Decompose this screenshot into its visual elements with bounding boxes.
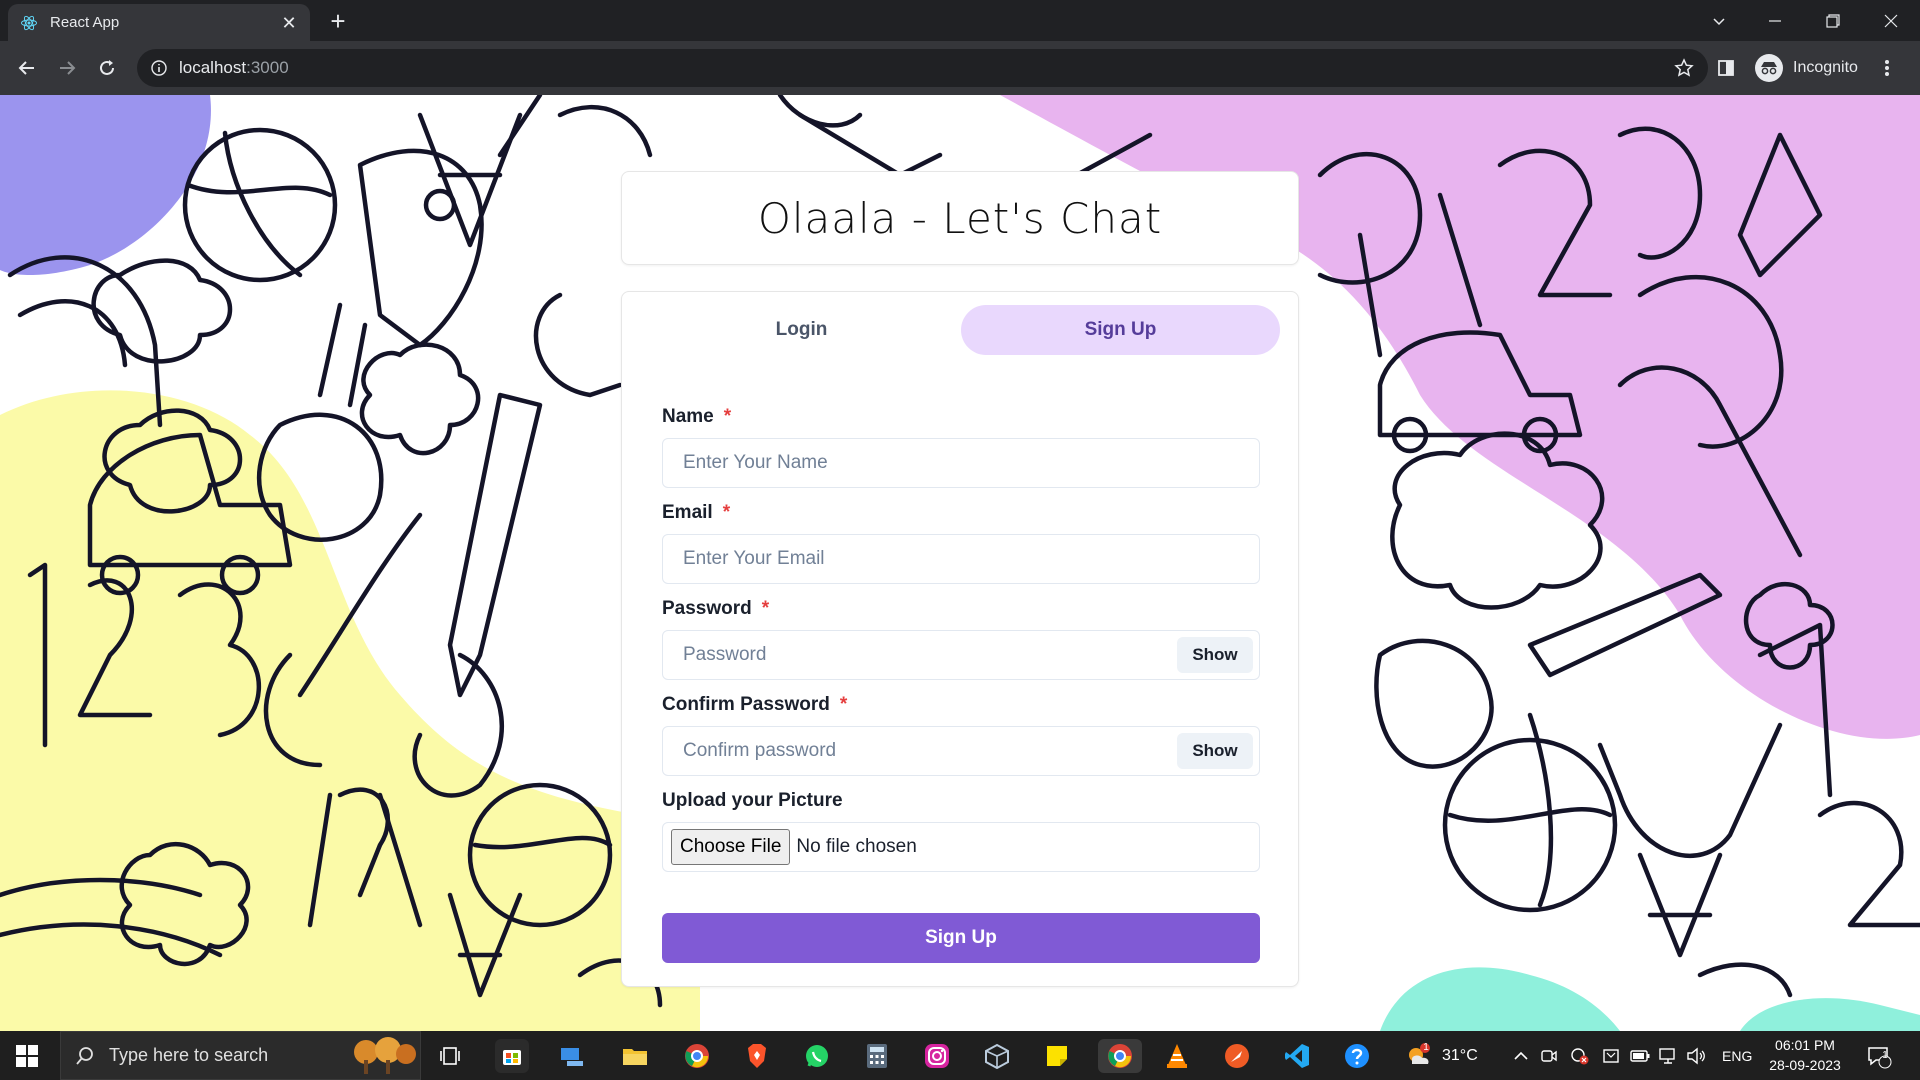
network-icon[interactable] [1658, 1031, 1678, 1080]
minimize-icon[interactable] [1746, 0, 1804, 41]
url-port: :3000 [246, 58, 289, 77]
browser-toolbar: localhost:3000 Incognito [0, 41, 1920, 95]
windows-taskbar: Type here to search 1 31°C ENG 06:01 PM … [0, 1031, 1920, 1080]
app-title-card: Olaala - Let's Chat [621, 171, 1299, 265]
weather-temperature: 31°C [1442, 1046, 1478, 1064]
sticky-notes-icon[interactable] [1040, 1039, 1074, 1073]
notification-center-icon[interactable]: 1 [1866, 1031, 1892, 1080]
confirm-password-label: Confirm Password * [662, 694, 848, 715]
postman-icon[interactable] [1220, 1039, 1254, 1073]
page-title: Olaala - Let's Chat [757, 193, 1163, 243]
app-status-icon[interactable] [1570, 1031, 1590, 1080]
vlc-icon[interactable] [1160, 1039, 1194, 1073]
calculator-icon[interactable] [860, 1039, 894, 1073]
url-host: localhost [179, 58, 247, 77]
tab-title: React App [50, 14, 120, 31]
password-placeholder: Password [683, 644, 767, 665]
incognito-label: Incognito [1793, 59, 1858, 76]
browser-tab-strip: React App ✕ + [0, 0, 1920, 41]
search-highlight-illustration-icon [354, 1036, 416, 1074]
show-hidden-icons-icon[interactable] [1513, 1031, 1529, 1080]
confirm-password-placeholder: Confirm password [683, 740, 837, 761]
side-panel-icon[interactable] [1716, 53, 1736, 83]
search-placeholder: Type here to search [109, 1045, 269, 1065]
confirm-password-input[interactable]: Confirm password Show [662, 726, 1260, 776]
choose-file-button[interactable]: Choose File [671, 829, 791, 865]
instagram-icon[interactable] [920, 1039, 954, 1073]
password-label: Password * [662, 598, 770, 619]
clock-date: 28-09-2023 [1769, 1057, 1841, 1073]
screen-capture-icon[interactable] [1602, 1031, 1620, 1080]
chrome-icon[interactable] [680, 1039, 714, 1073]
search-icon [76, 1046, 93, 1065]
required-marker: * [839, 694, 848, 715]
name-label: Name * [662, 406, 732, 427]
battery-icon[interactable] [1630, 1031, 1650, 1080]
microsoft-store-icon[interactable] [495, 1039, 529, 1073]
auth-tabs: Login Sign Up [642, 305, 1280, 355]
vscode-icon[interactable] [1280, 1039, 1314, 1073]
notification-count: 1 [1882, 1050, 1888, 1061]
password-input[interactable]: Password Show [662, 630, 1260, 680]
more-menu-icon[interactable] [1884, 53, 1890, 83]
taskbar-search-input[interactable]: Type here to search [60, 1031, 421, 1080]
incognito-icon [1755, 54, 1783, 82]
page-viewport: Olaala - Let's Chat Login Sign Up Name * … [0, 95, 1920, 1031]
language-indicator[interactable]: ENG [1722, 1031, 1752, 1080]
whatsapp-icon[interactable] [800, 1039, 834, 1073]
tab-signup[interactable]: Sign Up [961, 305, 1280, 355]
file-explorer-icon[interactable] [618, 1039, 652, 1073]
picture-label: Upload your Picture [662, 790, 843, 811]
task-view-icon[interactable] [433, 1039, 467, 1073]
meet-now-icon[interactable] [1540, 1031, 1558, 1080]
address-bar[interactable]: localhost:3000 [137, 49, 1708, 87]
brave-icon[interactable] [740, 1039, 774, 1073]
email-input[interactable]: Enter Your Email [662, 534, 1260, 584]
forward-icon[interactable] [52, 53, 82, 83]
clock-time: 06:01 PM [1775, 1037, 1835, 1053]
email-label: Email * [662, 502, 731, 523]
browser-tab[interactable]: React App ✕ [8, 4, 310, 41]
show-password-button[interactable]: Show [1177, 637, 1253, 673]
required-marker: * [722, 502, 731, 523]
tab-search-icon[interactable] [1690, 0, 1748, 41]
weather-badge: 1 [1423, 1042, 1429, 1053]
name-input[interactable]: Enter Your Name [662, 438, 1260, 488]
picture-file-input[interactable]: Choose File No file chosen [662, 822, 1260, 872]
incognito-profile[interactable]: Incognito [1755, 53, 1858, 83]
weather-widget[interactable]: 1 31°C [1404, 1031, 1478, 1080]
required-marker: * [761, 598, 770, 619]
signup-form-card: Login Sign Up Name * Enter Your Name Emai… [621, 291, 1299, 987]
help-icon[interactable] [1340, 1039, 1374, 1073]
system-clock[interactable]: 06:01 PM 28-09-2023 [1760, 1035, 1850, 1075]
new-tab-icon[interactable]: + [324, 8, 352, 36]
network-drive-icon[interactable] [555, 1039, 589, 1073]
file-status: No file chosen [796, 836, 917, 857]
signup-submit-button[interactable]: Sign Up [662, 913, 1260, 963]
required-marker: * [723, 406, 732, 427]
virtualbox-icon[interactable] [980, 1039, 1014, 1073]
close-window-icon[interactable] [1862, 0, 1920, 41]
chrome-profile-icon[interactable] [1098, 1039, 1142, 1073]
back-icon[interactable] [12, 53, 42, 83]
windows-start-icon[interactable] [15, 1044, 39, 1068]
bookmark-star-icon[interactable] [1674, 58, 1694, 78]
show-confirm-password-button[interactable]: Show [1177, 733, 1253, 769]
volume-icon[interactable] [1686, 1031, 1706, 1080]
site-info-icon[interactable] [151, 60, 167, 76]
tab-login[interactable]: Login [642, 305, 961, 355]
restore-icon[interactable] [1804, 0, 1862, 41]
react-favicon-icon [21, 15, 37, 30]
reload-icon[interactable] [92, 53, 122, 83]
close-tab-icon[interactable]: ✕ [280, 14, 298, 32]
